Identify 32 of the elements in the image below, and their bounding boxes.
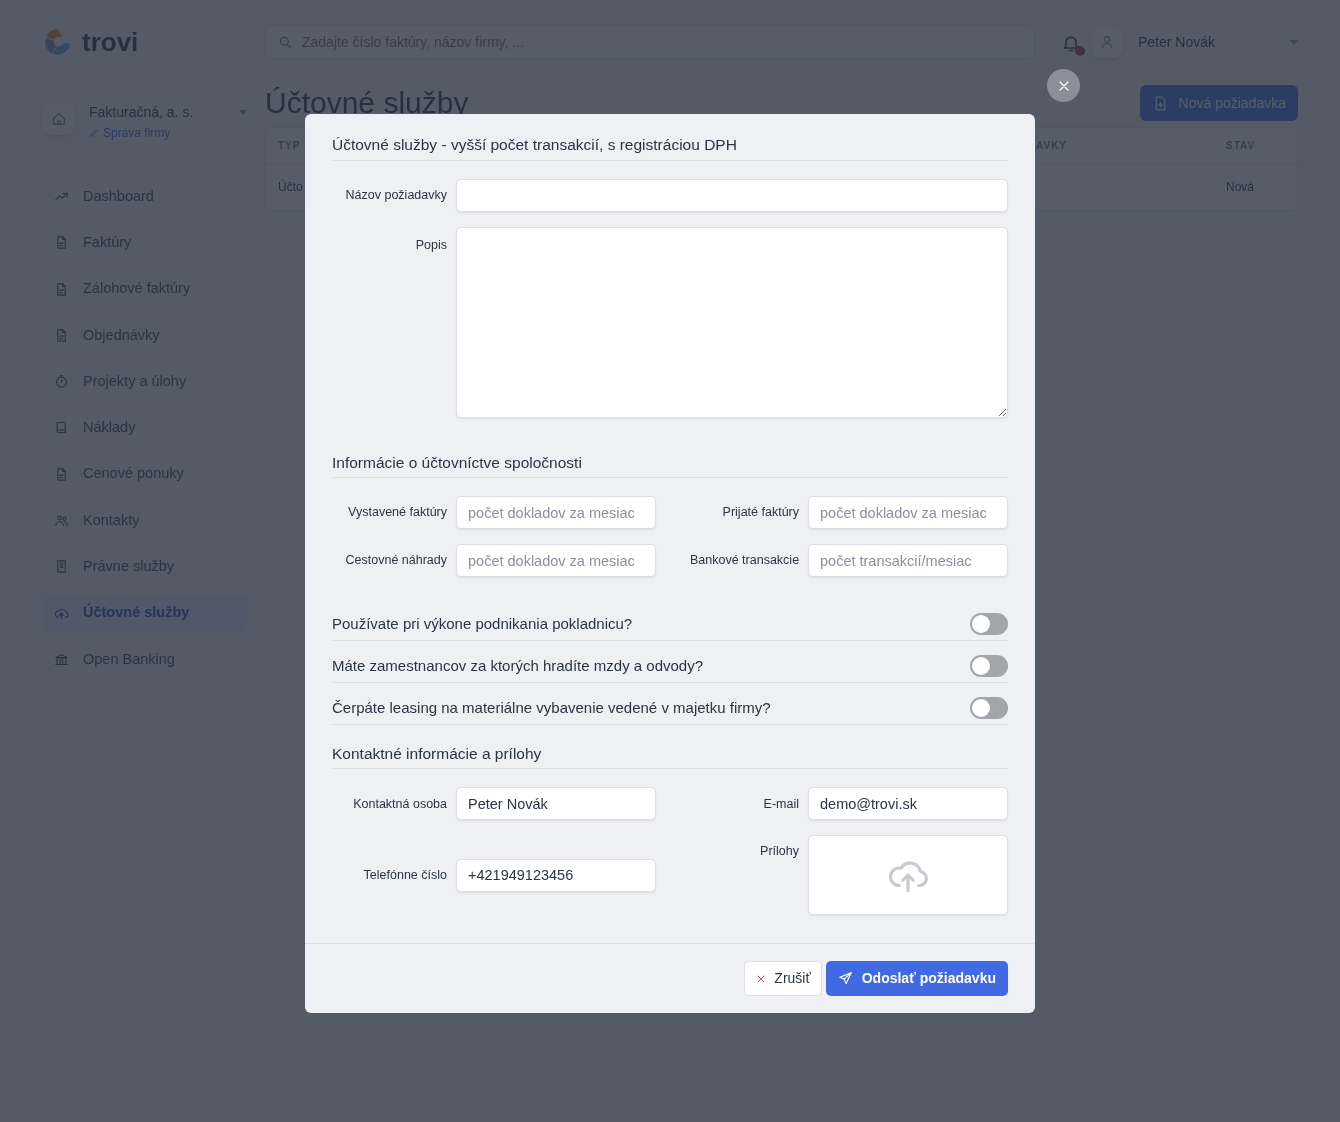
field-label: Názov požiadavky (344, 186, 447, 204)
section-heading: Informácie o účtovníctve spoločnosti (332, 453, 1008, 479)
field-label: Bankové transakcie (690, 552, 799, 570)
question-label: Čerpáte leasing na materiálne vybavenie vedené v majetku firmy? (332, 697, 771, 718)
question-label: Používate pri výkone podnikania pokladnicu? (332, 613, 633, 634)
field-label: Popis (414, 236, 447, 254)
field-label: Vystavené faktúry (347, 504, 447, 522)
input-field[interactable]: počet dokladov za mesiac (808, 496, 1008, 530)
field-label: Cestovné náhrady (344, 552, 447, 570)
field-label: Kontaktná osoba (352, 795, 447, 813)
input-field[interactable] (456, 178, 1008, 212)
input-field[interactable]: +421949123456 (456, 858, 656, 892)
toggle-switch[interactable] (970, 655, 1008, 677)
field-label: Telefónne číslo (362, 867, 447, 885)
field-label: Prijaté faktúry (721, 504, 799, 522)
input-field[interactable]: demo@trovi.sk (808, 787, 1008, 821)
toggle-switch[interactable] (970, 696, 1008, 719)
send-icon (837, 971, 853, 987)
input-field[interactable]: počet dokladov za mesiac (456, 544, 656, 578)
submit-button[interactable]: Odoslať požiadavku (825, 961, 1008, 997)
description-field[interactable] (456, 226, 1008, 418)
input-field[interactable]: počet transakcií/mesiac (808, 544, 1008, 578)
question-label: Máte zamestnancov za ktorých hradíte mzdy a odvody? (332, 655, 703, 676)
input-field[interactable]: Peter Novák (456, 787, 656, 821)
dialog-title: Účtovné služby - vyšší počet transakcií, s registráciou DPH (332, 136, 1008, 161)
upload-area[interactable] (808, 835, 1008, 916)
field-label: Prílohy (759, 843, 799, 861)
section-heading: Kontaktné informácie a prílohy (332, 744, 1008, 770)
toggle-switch[interactable] (970, 613, 1008, 636)
field-label: E-mail (762, 795, 799, 813)
cancel-button[interactable]: Zrušiť (744, 961, 822, 997)
input-field[interactable]: počet dokladov za mesiac (456, 496, 656, 530)
